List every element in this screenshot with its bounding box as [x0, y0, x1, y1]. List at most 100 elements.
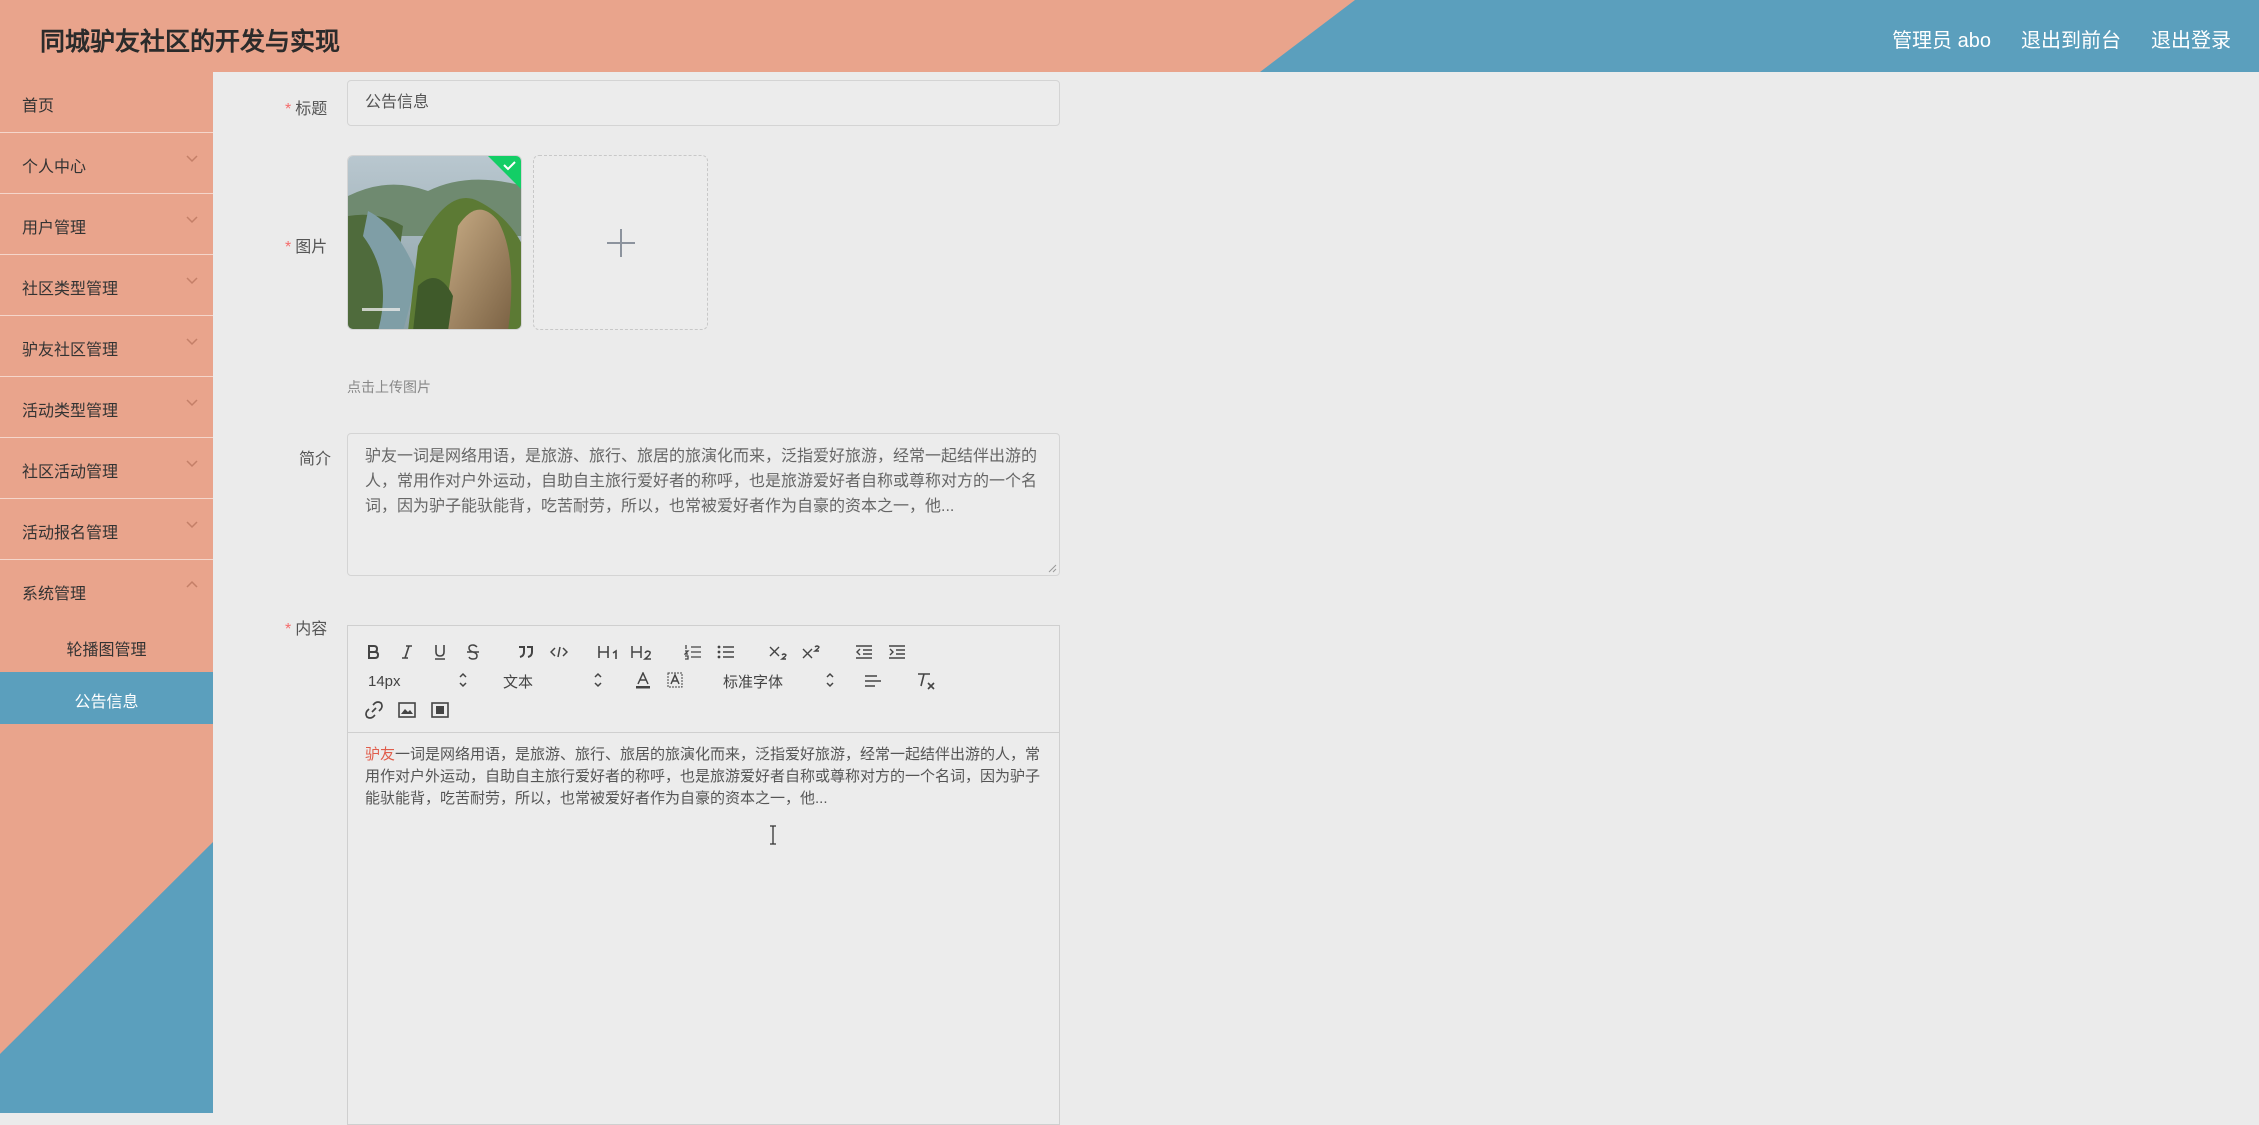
bullet-list-icon — [717, 645, 734, 659]
sidebar-menu: 首页 个人中心 用户管理 社区类型管理 驴友社区管理 活动类型管理 社区活动管理… — [0, 72, 213, 724]
sidebar-item-community-activity[interactable]: 社区活动管理 — [0, 438, 213, 499]
strike-button[interactable] — [464, 640, 482, 664]
sidebar-item-label: 个人中心 — [22, 159, 87, 176]
font-color-icon — [636, 672, 650, 689]
code-icon — [550, 646, 568, 658]
underline-button[interactable] — [431, 640, 449, 664]
superscript-icon — [802, 645, 820, 659]
editor-body-text: 一词是网络用语，是旅游、旅行、旅居的旅演化而来，泛指爱好旅游，经常一起结伴出游的… — [365, 746, 1041, 807]
sidebar-item-activity-signup[interactable]: 活动报名管理 — [0, 499, 213, 560]
chevron-down-icon — [185, 273, 199, 287]
uploaded-image-thumbnail[interactable] — [347, 155, 522, 330]
bullet-list-button[interactable] — [716, 640, 736, 664]
subscript-button[interactable] — [768, 640, 790, 664]
indent-button[interactable] — [887, 640, 907, 664]
chevron-down-icon — [185, 334, 199, 348]
title-label-text: 标题 — [295, 101, 328, 118]
background-color-button[interactable] — [665, 669, 685, 693]
intro-textarea[interactable]: 驴友一词是网络用语，是旅游、旅行、旅居的旅演化而来，泛指爱好旅游，经常一起结伴出… — [347, 433, 1060, 576]
plus-icon — [607, 229, 635, 257]
sidebar-subitem-label: 轮播图管理 — [66, 642, 147, 659]
link-button[interactable] — [364, 698, 384, 722]
chevron-down-icon — [185, 151, 199, 165]
upload-tip: 点击上传图片 — [347, 379, 431, 395]
block-type-select[interactable]: 文本 — [503, 669, 603, 693]
outdent-icon — [856, 645, 872, 659]
admin-user-label[interactable]: 管理员 abo — [1892, 24, 1991, 53]
align-button[interactable] — [863, 669, 883, 693]
title-label: * 标题 — [285, 95, 327, 119]
header-nav: 管理员 abo 退出到前台 退出登录 — [1892, 24, 2231, 53]
image-label-text: 图片 — [295, 239, 328, 256]
sidebar: 首页 个人中心 用户管理 社区类型管理 驴友社区管理 活动类型管理 社区活动管理… — [0, 72, 213, 1113]
video-button[interactable] — [430, 698, 450, 722]
align-left-icon — [865, 675, 881, 687]
underline-icon — [435, 645, 445, 660]
sidebar-item-activity-type[interactable]: 活动类型管理 — [0, 377, 213, 438]
logout-link[interactable]: 退出登录 — [2151, 24, 2231, 53]
select-arrows-icon — [594, 672, 602, 688]
subscript-icon — [769, 646, 787, 660]
rich-text-editor: 14px 文本 标准字体 驴友一词是网络用语，是旅游、旅行、旅居的旅演化而来，泛… — [347, 625, 1060, 1125]
italic-button[interactable] — [398, 640, 416, 664]
outdent-button[interactable] — [854, 640, 874, 664]
font-color-button[interactable] — [633, 669, 653, 693]
select-arrows-icon — [826, 672, 834, 688]
sidebar-item-label: 首页 — [22, 98, 55, 115]
content-label: * 内容 — [285, 615, 327, 639]
image-upload-button[interactable] — [533, 155, 708, 330]
title-input[interactable]: 公告信息 — [347, 80, 1060, 126]
link-icon — [365, 701, 383, 719]
bold-icon — [368, 645, 380, 659]
blockquote-button[interactable] — [516, 640, 536, 664]
editor-content-area[interactable]: 驴友一词是网络用语，是旅游、旅行、旅居的旅演化而来，泛指爱好旅游，经常一起结伴出… — [365, 744, 1045, 810]
landscape-photo — [348, 156, 521, 329]
header2-button[interactable] — [631, 640, 653, 664]
sidebar-item-label: 社区活动管理 — [22, 464, 119, 481]
chevron-down-icon — [185, 456, 199, 470]
required-asterisk: * — [285, 101, 292, 118]
sidebar-item-label: 驴友社区管理 — [22, 342, 119, 359]
sidebar-subitem-carousel[interactable]: 轮播图管理 — [0, 620, 213, 672]
ordered-list-button[interactable] — [683, 640, 703, 664]
sidebar-item-community[interactable]: 驴友社区管理 — [0, 316, 213, 377]
bold-button[interactable] — [364, 640, 382, 664]
sidebar-item-label: 社区类型管理 — [22, 281, 119, 298]
highlighted-text: 驴友 — [365, 746, 396, 763]
ordered-list-icon — [684, 645, 701, 660]
highlight-icon — [667, 672, 683, 688]
block-type-value: 文本 — [503, 673, 534, 691]
sidebar-item-home[interactable]: 首页 — [0, 72, 213, 133]
sidebar-item-label: 用户管理 — [22, 220, 87, 237]
font-size-value: 14px — [368, 672, 401, 690]
sidebar-item-user-management[interactable]: 用户管理 — [0, 194, 213, 255]
required-asterisk: * — [285, 621, 292, 638]
required-asterisk: * — [285, 239, 292, 256]
font-family-select[interactable]: 标准字体 — [723, 669, 835, 693]
back-to-front-link[interactable]: 退出到前台 — [2021, 24, 2121, 53]
heading-1-icon — [598, 646, 617, 659]
sidebar-item-community-type[interactable]: 社区类型管理 — [0, 255, 213, 316]
image-button[interactable] — [397, 698, 417, 722]
sidebar-subitem-notice[interactable]: 公告信息 — [0, 672, 213, 724]
intro-label: 简介 — [299, 451, 332, 468]
video-icon — [431, 702, 449, 718]
select-arrows-icon — [459, 672, 467, 688]
clear-format-button[interactable] — [916, 669, 936, 693]
superscript-button[interactable] — [801, 640, 823, 664]
sidebar-item-system[interactable]: 系统管理 — [0, 560, 213, 620]
app-title: 同城驴友社区的开发与实现 — [40, 28, 341, 56]
code-block-button[interactable] — [549, 640, 569, 664]
top-header: 同城驴友社区的开发与实现 管理员 abo 退出到前台 退出登录 — [0, 0, 2259, 72]
font-family-value: 标准字体 — [723, 673, 784, 691]
chevron-up-icon — [185, 578, 199, 592]
sidebar-subitem-label: 公告信息 — [74, 694, 139, 711]
font-size-select[interactable]: 14px — [368, 669, 468, 693]
resize-handle-icon[interactable] — [1047, 563, 1057, 573]
header1-button[interactable] — [598, 640, 620, 664]
strikethrough-icon — [467, 644, 479, 660]
clear-format-icon — [918, 673, 935, 690]
sidebar-item-personal-center[interactable]: 个人中心 — [0, 133, 213, 194]
editor-toolbar: 14px 文本 标准字体 — [348, 626, 1059, 733]
sidebar-item-label: 系统管理 — [22, 586, 87, 603]
